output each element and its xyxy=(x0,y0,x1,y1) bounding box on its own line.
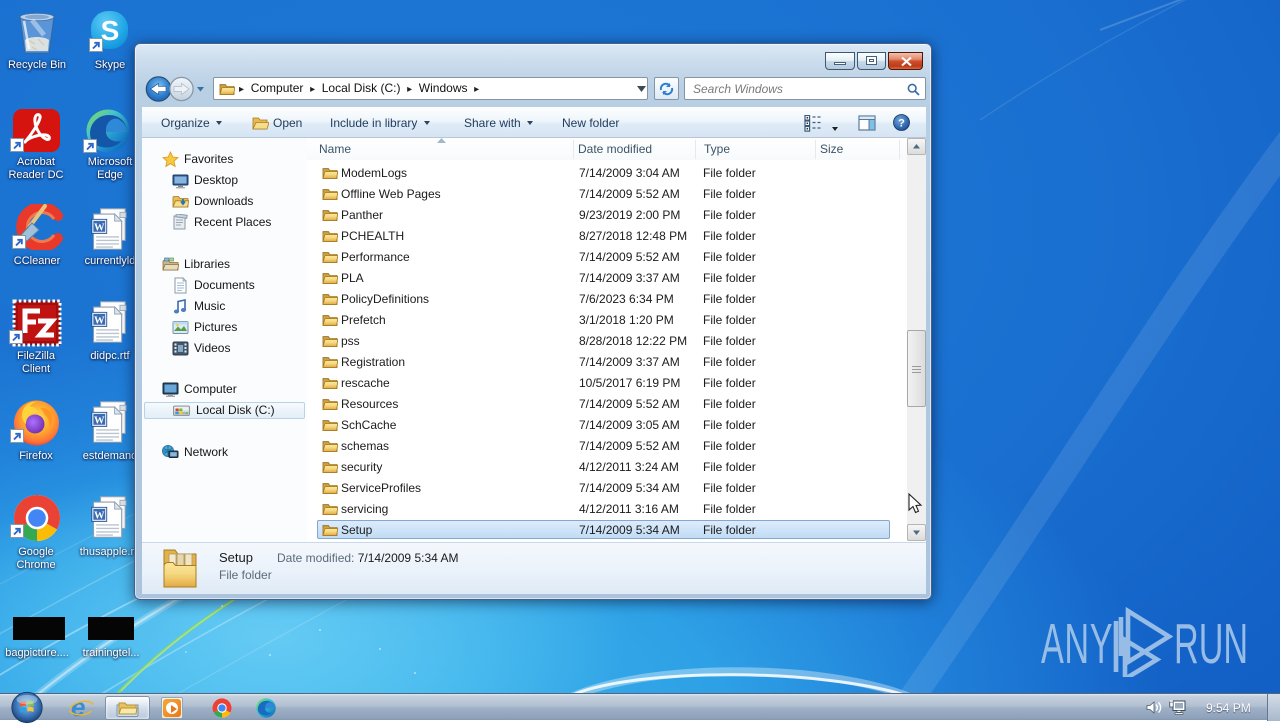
svg-text:e: e xyxy=(71,695,85,720)
svg-text:?: ? xyxy=(898,118,905,130)
svg-text:S: S xyxy=(101,15,120,46)
